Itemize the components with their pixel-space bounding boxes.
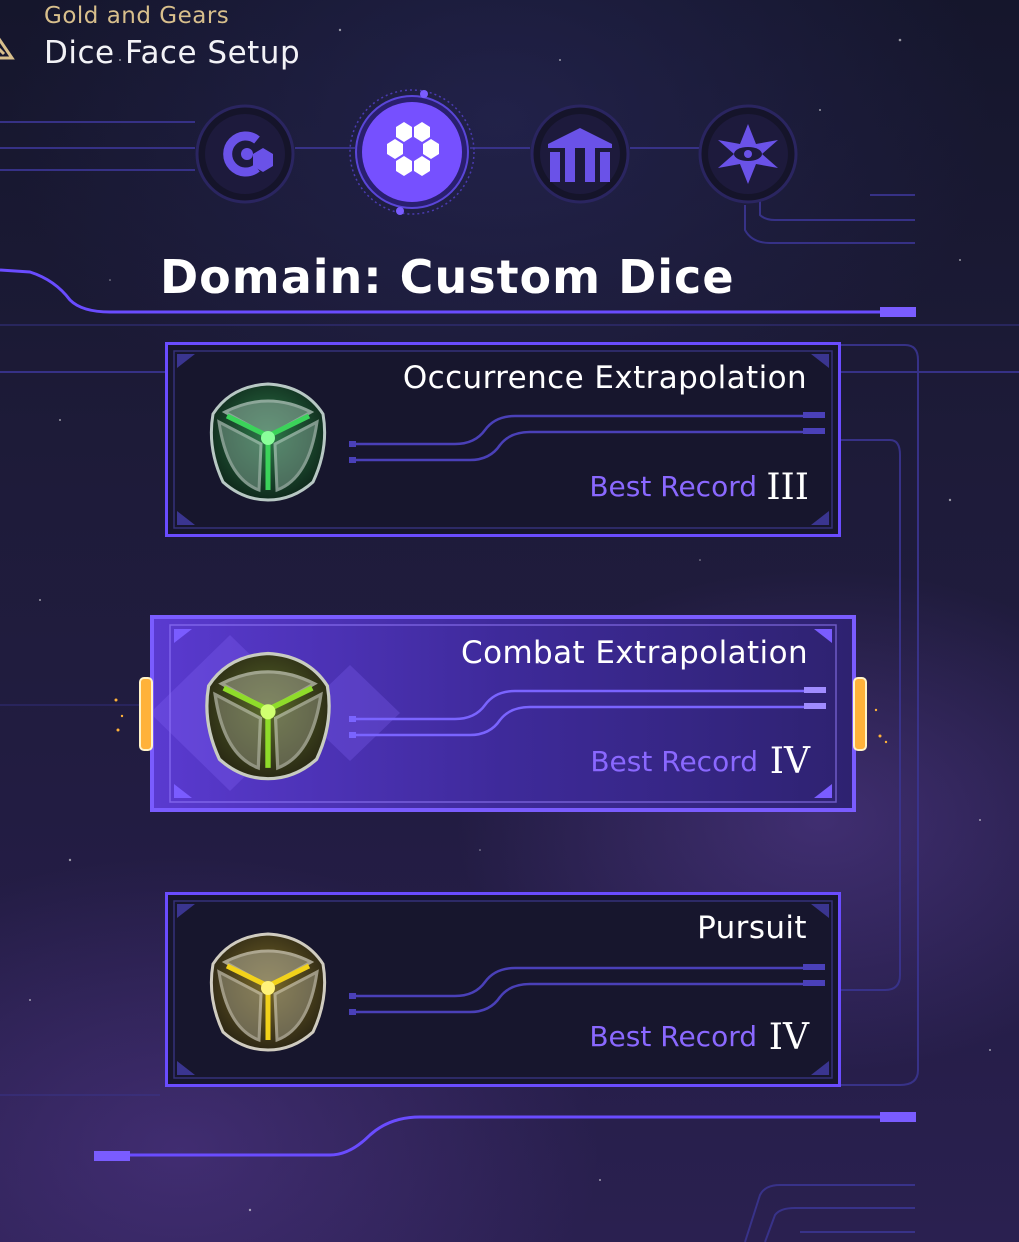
header-title: Dice Face Setup xyxy=(44,35,301,71)
hexagon-cluster-icon xyxy=(349,89,475,215)
selection-marker-right xyxy=(853,677,888,751)
best-record-value: III xyxy=(766,467,809,508)
columns-icon xyxy=(530,104,630,204)
best-record-value: IV xyxy=(769,741,810,782)
dice-card-combat[interactable]: Combat Extrapolation Best Record IV xyxy=(150,615,856,812)
domain-title: Domain: Custom Dice xyxy=(160,250,735,304)
card-title: Pursuit xyxy=(697,910,807,946)
yellow-dice-icon xyxy=(209,932,327,1052)
star-eye-icon xyxy=(698,104,798,204)
dice-card-occurrence[interactable]: Occurrence Extrapolation Best Record III xyxy=(165,342,841,537)
loop-icon xyxy=(195,104,295,204)
header: Gold and Gears Dice Face Setup xyxy=(0,0,420,80)
tab-hexagons[interactable] xyxy=(343,88,481,218)
best-record-label: Best Record xyxy=(589,1020,757,1053)
green-dice-icon xyxy=(209,382,327,502)
selection-marker-left xyxy=(114,677,153,751)
card-title: Combat Extrapolation xyxy=(461,635,808,671)
lime-dice-icon xyxy=(205,651,331,781)
tab-star-eye[interactable] xyxy=(698,104,798,204)
best-record-value: IV xyxy=(768,1017,809,1058)
card-title: Occurrence Extrapolation xyxy=(402,360,807,396)
tab-columns[interactable] xyxy=(530,104,630,204)
tab-loop[interactable] xyxy=(195,104,295,204)
dice-card-pursuit[interactable]: Pursuit Best Record IV xyxy=(165,892,841,1087)
header-subtitle: Gold and Gears xyxy=(44,3,230,29)
best-record-label: Best Record xyxy=(590,745,758,778)
triangle-logo-icon xyxy=(0,37,15,60)
best-record-label: Best Record xyxy=(589,470,757,503)
